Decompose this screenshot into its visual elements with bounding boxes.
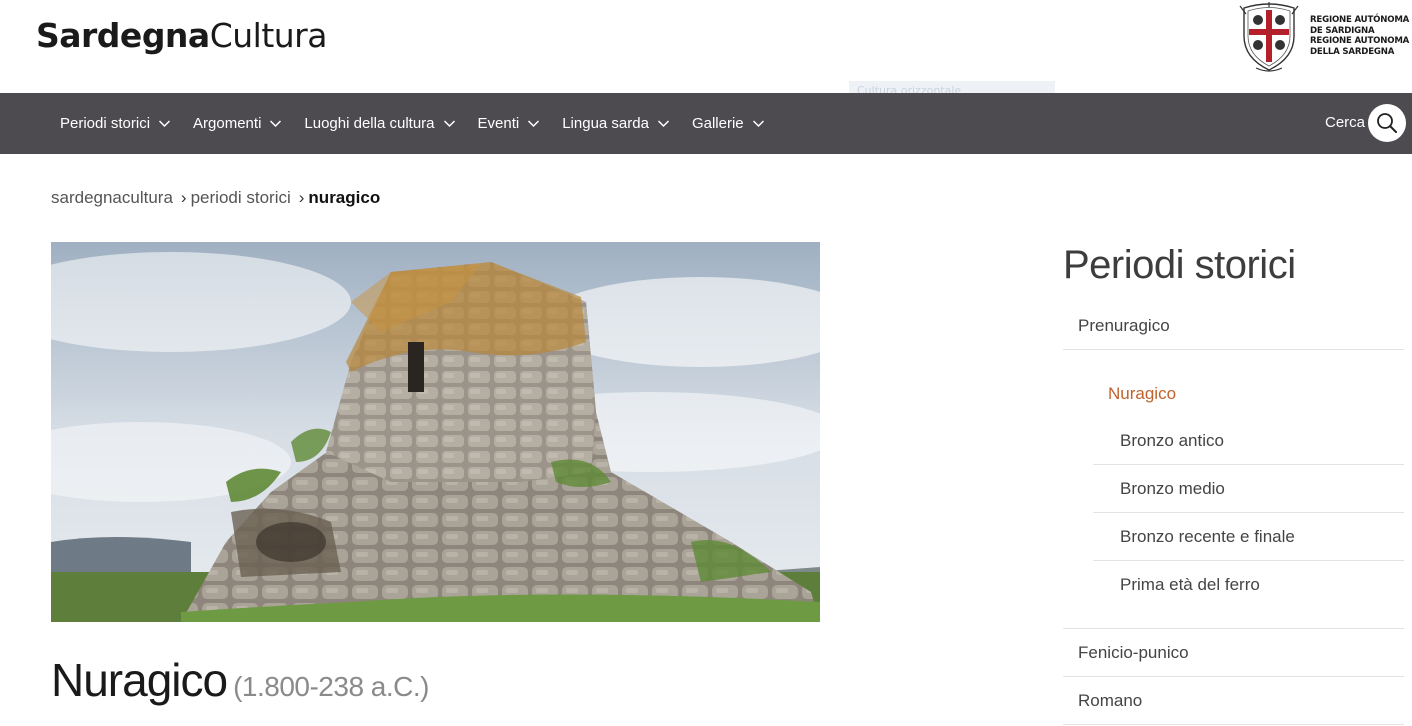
nav-item-label: Periodi storici xyxy=(60,115,151,132)
sidebar-item-fenicio-punico[interactable]: Fenicio-punico xyxy=(1078,643,1189,663)
chevron-down-icon xyxy=(270,120,282,128)
search-label[interactable]: Cerca xyxy=(1325,114,1365,131)
sidebar-item-nuragico[interactable]: Nuragico xyxy=(1108,384,1176,404)
nav-item-eventi[interactable]: Eventi xyxy=(478,115,541,132)
sidebar-item-bronzo-recente[interactable]: Bronzo recente e finale xyxy=(1120,527,1295,547)
sidebar-item-bronzo-antico[interactable]: Bronzo antico xyxy=(1120,431,1224,451)
main-nav: Periodi storici Argomenti Luoghi della c… xyxy=(0,93,1412,154)
search-button[interactable] xyxy=(1368,104,1406,142)
divider xyxy=(1063,349,1404,350)
region-logo[interactable]: REGIONE AUTÓNOMA DE SARDIGNA REGIONE AUT… xyxy=(1236,2,1412,74)
breadcrumb-separator: › xyxy=(298,188,305,207)
breadcrumb-link-periodi-storici[interactable]: periodi storici xyxy=(191,188,291,207)
logo-light-text: Cultura xyxy=(209,16,328,55)
region-name: REGIONE AUTÓNOMA DE SARDIGNA REGIONE AUT… xyxy=(1310,15,1409,57)
sidebar-title: Periodi storici xyxy=(1063,243,1296,287)
sidebar-item-romano[interactable]: Romano xyxy=(1078,691,1142,711)
sidebar-item-prenuragico[interactable]: Prenuragico xyxy=(1078,316,1170,336)
region-seal-icon xyxy=(1239,2,1299,72)
nav-item-argomenti[interactable]: Argomenti xyxy=(193,115,282,132)
nav-item-luoghi-della-cultura[interactable]: Luoghi della cultura xyxy=(304,115,455,132)
page-title-text: Nuragico xyxy=(51,654,228,706)
nav-item-label: Lingua sarda xyxy=(562,115,649,132)
page-title-dates: (1.800-238 a.C.) xyxy=(233,671,429,702)
chevron-down-icon xyxy=(443,120,455,128)
breadcrumb-current: nuragico xyxy=(308,188,381,207)
site-logo[interactable]: SardegnaCultura xyxy=(36,16,327,55)
nav-item-label: Gallerie xyxy=(691,115,744,132)
divider xyxy=(1063,676,1404,677)
divider xyxy=(1093,560,1404,561)
chevron-down-icon xyxy=(657,120,669,128)
search-icon xyxy=(1377,113,1397,133)
site-header: SardegnaCultura REGIONE AUTÓNOMA DE SARD… xyxy=(0,0,1412,101)
region-line: DELLA SARDEGNA xyxy=(1310,46,1395,57)
nuraghe-photo xyxy=(51,242,820,622)
sidebar-item-bronzo-medio[interactable]: Bronzo medio xyxy=(1120,479,1225,499)
hero-image xyxy=(51,242,820,622)
logo-bold-text: Sardegna xyxy=(36,16,210,55)
region-line: REGIONE AUTONOMA xyxy=(1310,36,1410,46)
sidebar-item-prima-eta-ferro[interactable]: Prima età del ferro xyxy=(1120,575,1260,595)
divider xyxy=(1093,464,1404,465)
nav-item-label: Eventi xyxy=(477,115,520,132)
breadcrumb-separator: › xyxy=(180,188,187,207)
nav-item-lingua-sarda[interactable]: Lingua sarda xyxy=(562,115,670,132)
chevron-down-icon xyxy=(528,120,540,128)
region-line: DE SARDIGNA xyxy=(1310,25,1375,36)
chevron-down-icon xyxy=(159,120,171,128)
divider xyxy=(1063,724,1404,725)
nav-item-label: Argomenti xyxy=(193,115,262,132)
nav-item-gallerie[interactable]: Gallerie xyxy=(692,115,765,132)
breadcrumb-link-home[interactable]: sardegnacultura xyxy=(51,188,173,207)
divider xyxy=(1063,628,1404,629)
nav-item-periodi-storici[interactable]: Periodi storici xyxy=(60,115,171,132)
nav-item-label: Luoghi della cultura xyxy=(304,115,435,132)
page-title: Nuragico (1.800-238 a.C.) xyxy=(51,653,429,707)
divider xyxy=(1093,512,1404,513)
breadcrumb: sardegnacultura › periodi storici › nuragico xyxy=(51,188,380,208)
chevron-down-icon xyxy=(752,120,764,128)
region-line: REGIONE AUTÓNOMA xyxy=(1310,15,1410,25)
